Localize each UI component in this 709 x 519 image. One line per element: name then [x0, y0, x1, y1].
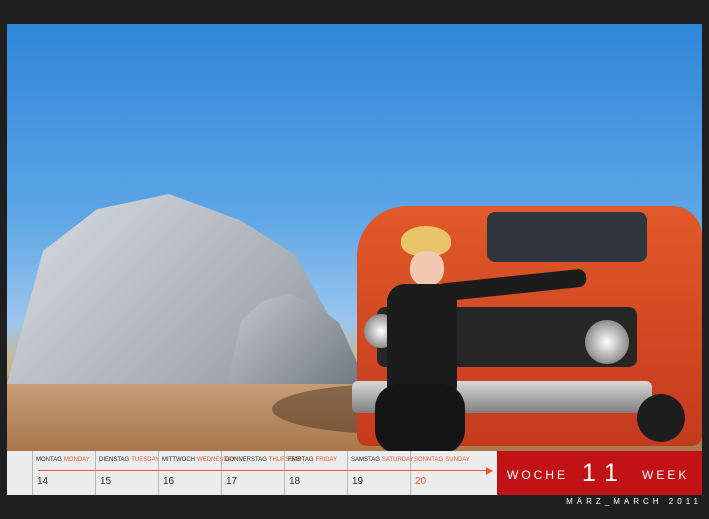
- calendar-photo: [7, 24, 702, 451]
- day-label-sunday: SONNTAG SUNDAY: [414, 457, 470, 463]
- week-progress-line: [38, 470, 488, 471]
- date-number: 18: [289, 476, 301, 487]
- model-face: [410, 251, 444, 286]
- model-legs: [375, 384, 465, 451]
- day-wednesday: MITTWOCH WEDNESDAY 16: [158, 451, 235, 495]
- day-label-monday: MONTAG MONDAY: [36, 457, 90, 463]
- truck-windshield: [487, 212, 647, 262]
- day-tuesday: DIENSTAG TUESDAY 15: [95, 451, 160, 495]
- week-number: 11: [582, 459, 628, 487]
- date-number: 14: [37, 476, 49, 487]
- day-label-friday: FREITAG FRIDAY: [288, 457, 338, 463]
- week-label-german: WOCHE: [507, 468, 568, 482]
- day-friday: FREITAG FRIDAY 18: [284, 451, 347, 495]
- truck-headlight-right: [585, 320, 629, 364]
- week-calendar-strip: MONTAG MONDAY 14 DIENSTAG TUESDAY 15 MITTW…: [7, 451, 497, 495]
- date-number: 16: [163, 476, 175, 487]
- week-number-box: WOCHE 11 WEEK: [497, 451, 702, 495]
- day-thursday: DONNERSTAG THURSDAY 17: [221, 451, 301, 495]
- day-label-tuesday: DIENSTAG TUESDAY: [99, 457, 160, 463]
- day-sunday: SONNTAG SUNDAY 20: [410, 451, 473, 495]
- date-number: 20: [415, 476, 427, 487]
- week-label-english: WEEK: [642, 468, 690, 482]
- day-monday: MONTAG MONDAY 14: [32, 451, 95, 495]
- month-year-label: MÄRZ_MARCH 2011: [566, 497, 702, 506]
- date-number: 17: [226, 476, 238, 487]
- day-saturday: SAMSTAG SATURDAY 19: [347, 451, 414, 495]
- truck-wheel: [637, 394, 685, 442]
- date-number: 19: [352, 476, 364, 487]
- date-number: 15: [100, 476, 112, 487]
- arrow-icon: [486, 467, 493, 475]
- day-label-saturday: SAMSTAG SATURDAY: [351, 457, 414, 463]
